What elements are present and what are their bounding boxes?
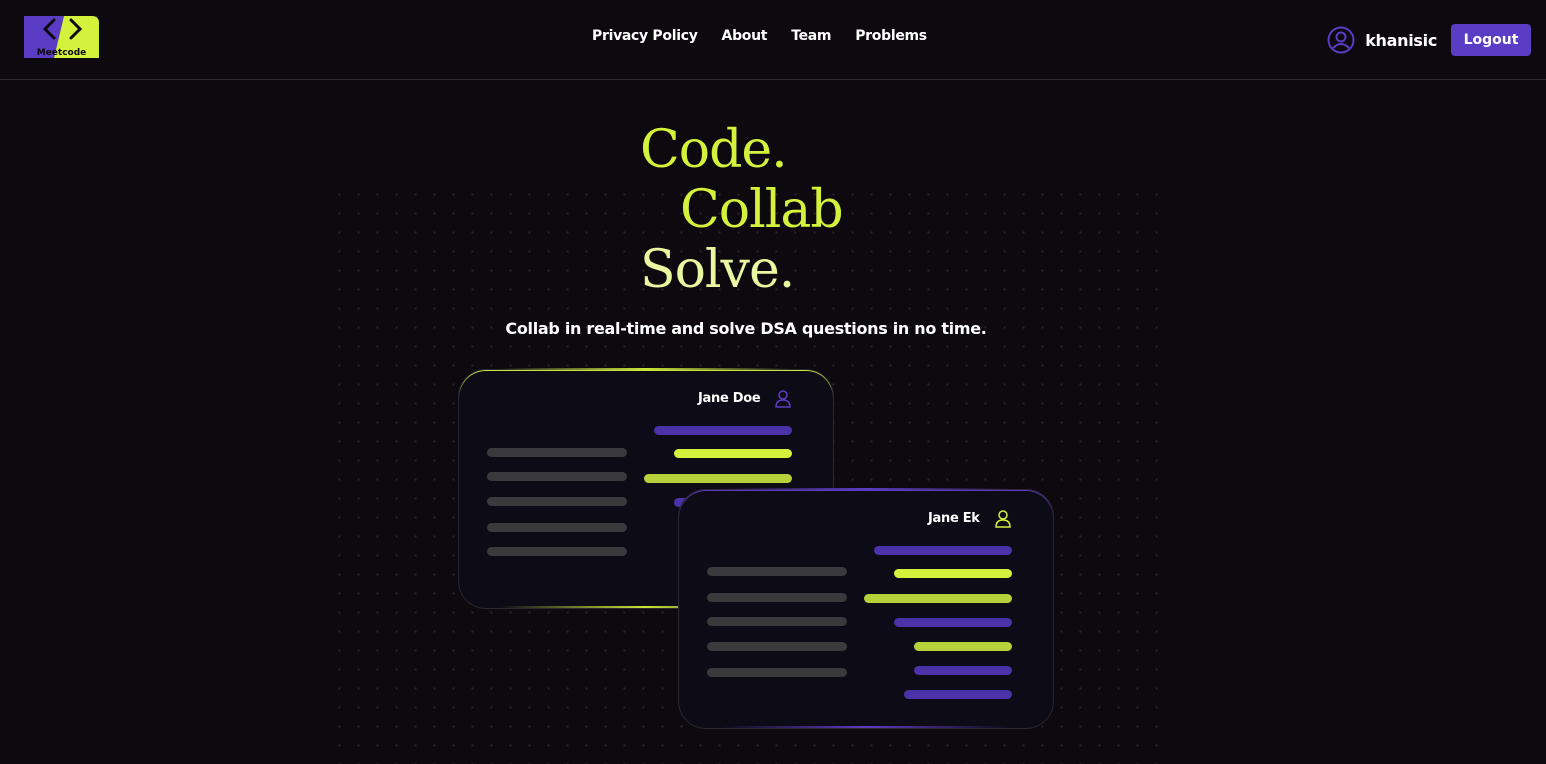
user-avatar-icon[interactable] (1327, 26, 1355, 54)
card-user-name: Jane Doe (698, 391, 761, 406)
main-nav: Privacy Policy About Team Problems (592, 28, 927, 44)
code-line (487, 523, 627, 532)
code-line (894, 618, 1012, 627)
hero-line-code: Code. (640, 120, 788, 180)
code-line (914, 642, 1012, 651)
code-line (707, 567, 847, 576)
nav-team[interactable]: Team (791, 28, 831, 44)
meetcode-logo[interactable]: Meetcode (24, 16, 99, 58)
code-line (707, 617, 847, 626)
top-navbar: Meetcode Privacy Policy About Team Probl… (0, 0, 1546, 80)
hero-tagline: Collab in real-time and solve DSA questi… (505, 319, 987, 338)
code-line (707, 593, 847, 602)
logout-button[interactable]: Logout (1451, 24, 1531, 56)
username: khanisic (1365, 30, 1437, 50)
code-line (487, 547, 627, 556)
nav-privacy-policy[interactable]: Privacy Policy (592, 28, 698, 44)
card-glow (500, 368, 790, 370)
code-line (864, 594, 1012, 603)
code-line (874, 546, 1012, 555)
code-line (654, 426, 792, 435)
card-user-name: Jane Ek (928, 511, 980, 526)
user-area: khanisic Logout (1327, 24, 1531, 56)
code-line (487, 448, 627, 457)
nav-problems[interactable]: Problems (855, 28, 927, 44)
code-line (674, 449, 792, 458)
hero-line-collab: Collab (680, 180, 844, 240)
nav-about[interactable]: About (722, 28, 768, 44)
user-icon (775, 390, 791, 408)
card-glow (720, 726, 1010, 728)
user-icon (995, 510, 1011, 528)
code-line (894, 569, 1012, 578)
code-line (707, 642, 847, 651)
logo-text: Meetcode (36, 48, 87, 58)
code-line (707, 668, 847, 677)
code-line (487, 497, 627, 506)
card-glow (720, 488, 1010, 490)
hero-line-solve: Solve. (640, 240, 795, 300)
code-line (487, 472, 627, 481)
code-line (904, 690, 1012, 699)
code-line (644, 474, 792, 483)
code-line (914, 666, 1012, 675)
